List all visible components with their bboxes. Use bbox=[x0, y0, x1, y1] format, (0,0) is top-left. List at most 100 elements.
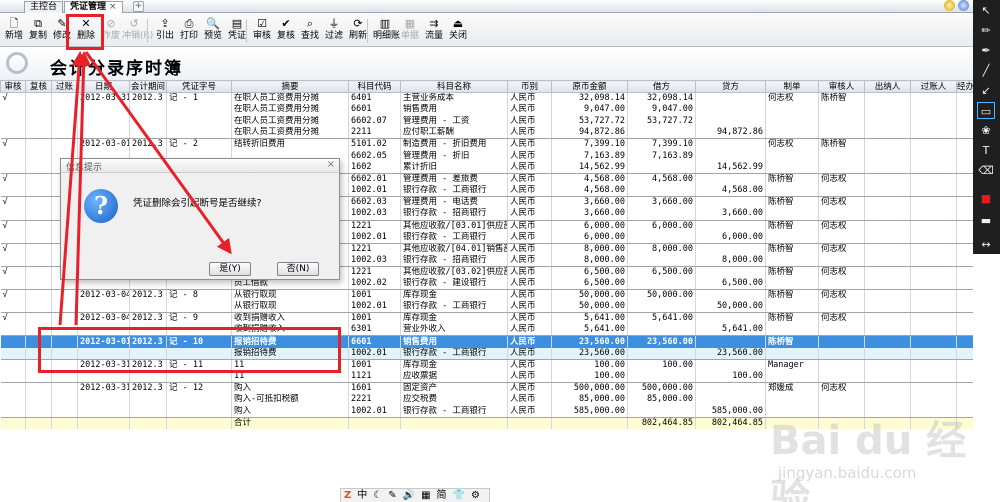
toolbar-new-doc-button[interactable]: 🗋 新增 bbox=[2, 16, 26, 46]
arrow-icon[interactable]: ↙ bbox=[977, 82, 995, 99]
cell-poster bbox=[910, 115, 957, 128]
table-row[interactable]: √ 2012-03-04 2012.3 记 - 9 收到捐赠收入 1001 库存现金 人民币 5… bbox=[0, 312, 973, 325]
cell-summary: 在职人员工资费用分摊 bbox=[231, 127, 349, 140]
cell-summary: 报销招待费 bbox=[231, 347, 349, 360]
toolbar-close-button[interactable]: ⏏ 关闭 bbox=[446, 16, 470, 46]
column-header[interactable]: 科目名称 bbox=[400, 80, 508, 93]
table-row[interactable]: 收到捐赠收入 6301 营业外收入 人民币 5,641.00 5,641.00 bbox=[0, 324, 973, 337]
table-row[interactable]: 报销招待费 1002.01 银行存款 - 工商银行 人民币 23,560.00 23,56… bbox=[0, 347, 973, 360]
column-header[interactable]: 凭证字号 bbox=[166, 80, 232, 93]
cell-debit: 500,000.00 bbox=[627, 382, 696, 394]
cell-amount: 6,000.00 bbox=[551, 220, 628, 232]
cell-summary: 合计 bbox=[231, 416, 349, 429]
toolbar-recheck-button[interactable]: ✔ 复核 bbox=[274, 16, 298, 46]
cell-debit bbox=[627, 208, 696, 221]
tray-item[interactable]: ☾ bbox=[373, 490, 382, 501]
table-row[interactable]: √ 2012-03-31 2012.3 记 - 1 在职人员工资费用分摊 6401 主营业务… bbox=[0, 92, 973, 105]
cell-recheck bbox=[25, 208, 52, 221]
column-header[interactable]: 摘要 bbox=[231, 80, 349, 93]
column-header[interactable]: 过账人 bbox=[910, 80, 957, 93]
toolbar-print-button[interactable]: ⎙ 打印 bbox=[177, 16, 201, 46]
size-icon[interactable]: ▬ bbox=[977, 212, 995, 229]
tray-item[interactable]: ✎ bbox=[388, 490, 396, 501]
cell-account: 管理费用 - 工资 bbox=[400, 115, 508, 128]
blur-icon[interactable]: ❀ bbox=[977, 122, 995, 139]
cell-debit: 32,098.14 bbox=[627, 92, 696, 105]
table-row[interactable]: 2012-03-31 2012.3 记 - 11 11 1001 库存现金 人民币 100.0… bbox=[0, 359, 973, 371]
table-row[interactable]: √ 2012-03-04 2012.3 记 - 8 从银行取现 1001 库存现金 人民币 50… bbox=[0, 289, 973, 302]
toolbar-preview-button[interactable]: 🔍 预览 bbox=[201, 16, 225, 46]
column-header[interactable]: 制单 bbox=[765, 80, 819, 93]
cursor-icon[interactable]: ↖ bbox=[977, 2, 995, 19]
column-header[interactable]: 原币金额 bbox=[551, 80, 628, 93]
tab-voucher-manager[interactable]: 凭证管理 × bbox=[64, 1, 123, 13]
table-row[interactable]: 11 1121 应收票据 人民币 100.00 100.00 bbox=[0, 370, 973, 383]
cell-account: 银行存款 - 建设银行 bbox=[400, 278, 508, 291]
toolbar-edit-button[interactable]: ✎ 修改 bbox=[50, 16, 74, 46]
table-row[interactable]: √ 2012-03-01 2012.3 记 - 2 结转折旧费用 5101.02 制造费用 … bbox=[0, 138, 973, 151]
tray-item[interactable]: ▦ bbox=[421, 490, 430, 501]
preview-icon: 🔍 bbox=[206, 17, 220, 30]
column-header[interactable]: 日期 bbox=[77, 80, 130, 93]
toolbar-audit-button[interactable]: ☑ 审核 bbox=[250, 16, 274, 46]
toolbar-filter-button[interactable]: ⏚ 过滤 bbox=[322, 16, 346, 46]
column-header[interactable]: 贷方 bbox=[695, 80, 766, 93]
line-icon[interactable]: ╱ bbox=[977, 62, 995, 79]
table-row[interactable]: 2012-03-01 2012.3 记 - 10 报销招待费 6601 销售费用 人民币 23… bbox=[0, 335, 973, 348]
cell-code: 1221 bbox=[348, 243, 401, 255]
tab-console[interactable]: 主控台 bbox=[24, 1, 64, 13]
help-icon[interactable] bbox=[944, 0, 955, 11]
cell-audit bbox=[0, 324, 26, 337]
tray-item[interactable]: 简 bbox=[437, 490, 447, 501]
tray-item[interactable]: 中 bbox=[357, 490, 367, 501]
toolbar-find-button[interactable]: ⌕ 查找 bbox=[298, 16, 322, 46]
dialog-close-icon[interactable]: × bbox=[327, 159, 335, 170]
column-header[interactable]: 借方 bbox=[627, 80, 696, 93]
expand-icon[interactable]: ↔ bbox=[977, 236, 995, 253]
cell-recheck bbox=[25, 138, 52, 151]
minimize-icon[interactable] bbox=[958, 0, 969, 11]
cell-amount: 5,641.00 bbox=[551, 312, 628, 325]
no-button[interactable]: 否(N) bbox=[277, 262, 319, 276]
marker-icon[interactable]: ✒ bbox=[977, 42, 995, 59]
text-icon[interactable]: T bbox=[977, 142, 995, 159]
table-row[interactable]: 2012-03-31 2012.3 记 - 12 购入 1601 固定资产 人民币 500,0… bbox=[0, 382, 973, 394]
column-header[interactable]: 科目代码 bbox=[348, 80, 401, 93]
table-row[interactable]: 在职人员工资费用分摊 6601 销售费用 人民币 9,047.00 9,047.00 bbox=[0, 104, 973, 116]
toolbar-copy-button[interactable]: ⧉ 复制 bbox=[26, 16, 50, 46]
table-row[interactable]: 从银行取现 1002.01 银行存款 - 工商银行 人民币 50,000.00 50,00… bbox=[0, 301, 973, 314]
column-header[interactable]: 经办 bbox=[956, 80, 973, 93]
cell-summary: 购入 bbox=[231, 405, 349, 418]
input-method-tray[interactable]: Z 中 ☾ ✎ 🔊 ▦ 简 👕 ⚙ bbox=[340, 488, 490, 502]
column-header[interactable]: 币别 bbox=[507, 80, 552, 93]
column-header[interactable]: 复核 bbox=[25, 80, 52, 93]
eraser-icon[interactable]: ⌫ bbox=[977, 162, 995, 179]
yes-button[interactable]: 是(Y) bbox=[209, 262, 251, 276]
cell-code: 1001 bbox=[348, 289, 401, 302]
table-row[interactable]: 在职人员工资费用分摊 2211 应付职工薪酬 人民币 94,872.86 94,872.8… bbox=[0, 127, 973, 140]
toolbar-delete-button[interactable]: ✕ 删除 bbox=[74, 16, 98, 46]
column-header[interactable]: 审核人 bbox=[818, 80, 865, 93]
ime-logo-icon[interactable]: Z bbox=[344, 490, 351, 501]
pencil-icon[interactable]: ✏ bbox=[977, 22, 995, 39]
column-header[interactable]: 会计期间 bbox=[129, 80, 167, 93]
color-icon[interactable]: ■ bbox=[977, 190, 995, 207]
tray-item[interactable]: 🔊 bbox=[403, 490, 415, 501]
table-row[interactable]: 购入-可抵扣税额 2221 应交税费 人民币 85,000.00 85,000.00 bbox=[0, 393, 973, 406]
rectangle-icon[interactable]: ▭ bbox=[977, 102, 995, 119]
toolbar-import-button[interactable]: ⇪ 引出 bbox=[153, 16, 177, 46]
cell-amount: 53,727.72 bbox=[551, 115, 628, 128]
column-header[interactable]: 过账 bbox=[51, 80, 78, 93]
cell-amount: 4,568.00 bbox=[551, 185, 628, 198]
toolbar-detail-ledger-button[interactable]: ▥ 明细账 bbox=[373, 16, 400, 46]
tray-item[interactable]: 👕 bbox=[453, 490, 465, 501]
column-header[interactable]: 出纳人 bbox=[864, 80, 911, 93]
cell-poster bbox=[910, 382, 957, 394]
toolbar-flow-button[interactable]: ⇉ 流量 bbox=[422, 16, 446, 46]
column-header[interactable]: 审核 bbox=[0, 80, 26, 93]
tray-item[interactable]: ⚙ bbox=[471, 490, 480, 501]
tab-close-icon[interactable]: × bbox=[109, 2, 117, 12]
tab-add-button[interactable]: + bbox=[133, 1, 144, 12]
cell-maker: 陈桥智 bbox=[765, 335, 819, 348]
table-row[interactable]: 在职人员工资费用分摊 6602.07 管理费用 - 工资 人民币 53,727.72 53… bbox=[0, 115, 973, 128]
